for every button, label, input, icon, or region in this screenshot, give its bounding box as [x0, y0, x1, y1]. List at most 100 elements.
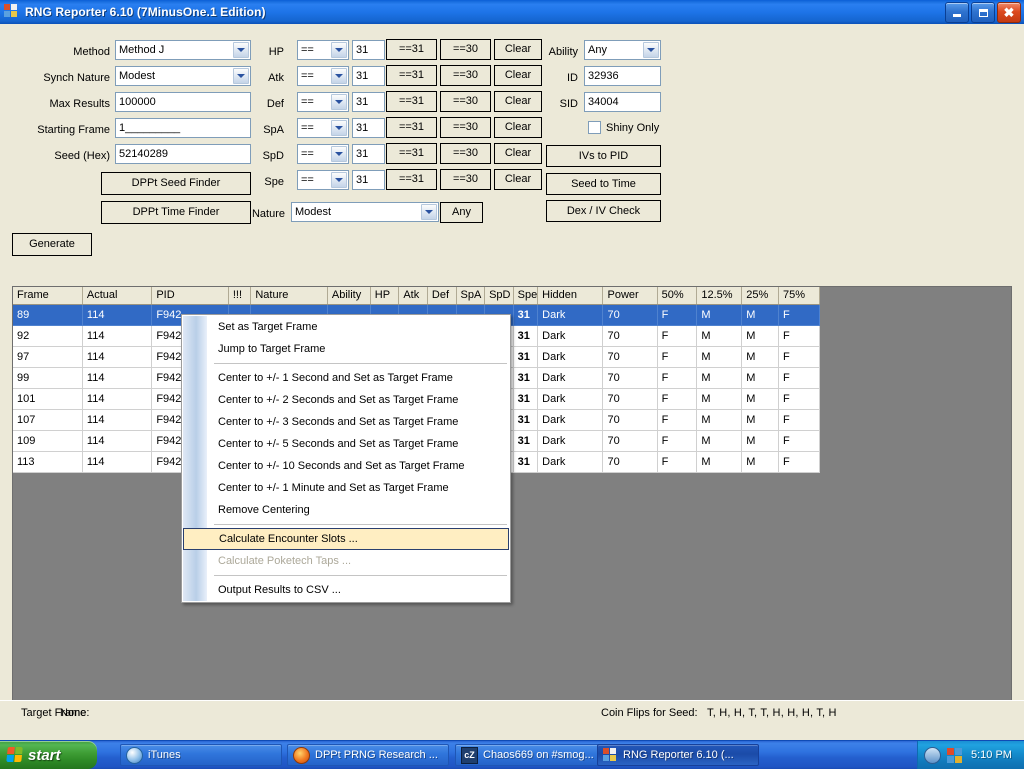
iv-op-spe[interactable]: ==: [297, 170, 349, 190]
cell-power[interactable]: 70: [602, 346, 658, 368]
column-header-spa[interactable]: SpA: [456, 287, 486, 305]
menu-item-center-to-3-seconds-and-set-as-target-frame[interactable]: Center to +/- 3 Seconds and Set as Targe…: [182, 411, 510, 433]
iv-value-hp[interactable]: 31: [352, 40, 385, 60]
cell-75[interactable]: F: [778, 451, 820, 473]
cell-actual[interactable]: 114: [82, 451, 153, 473]
cell-power[interactable]: 70: [602, 367, 658, 389]
cell-frame[interactable]: 109: [13, 430, 83, 452]
cell-hidden[interactable]: Dark: [537, 304, 604, 326]
cell-actual[interactable]: 114: [82, 304, 153, 326]
cell-25[interactable]: M: [741, 409, 780, 431]
cell-25[interactable]: M: [741, 325, 780, 347]
cell-frame[interactable]: 107: [13, 409, 83, 431]
cell-50[interactable]: F: [657, 325, 698, 347]
cell-75[interactable]: F: [778, 367, 820, 389]
iv-set30-hp[interactable]: ==30: [440, 39, 491, 60]
cell-75[interactable]: F: [778, 388, 820, 410]
iv-value-spe[interactable]: 31: [352, 170, 385, 190]
cell-spe[interactable]: 31: [513, 304, 539, 326]
dppt-time-finder-button[interactable]: DPPt Time Finder: [101, 201, 251, 224]
cell-hidden[interactable]: Dark: [537, 388, 604, 410]
taskbar-item-dppt-prng-research[interactable]: DPPt PRNG Research ...: [287, 744, 449, 766]
cell-power[interactable]: 70: [602, 388, 658, 410]
cell-12-5[interactable]: M: [696, 325, 743, 347]
menu-item-jump-to-target-frame[interactable]: Jump to Target Frame: [182, 338, 510, 360]
cell-50[interactable]: F: [657, 430, 698, 452]
generate-button[interactable]: Generate: [12, 233, 92, 256]
menu-item-set-as-target-frame[interactable]: Set as Target Frame: [182, 316, 510, 338]
shiny-only-checkbox[interactable]: Shiny Only: [588, 121, 659, 134]
cell-12-5[interactable]: M: [696, 304, 743, 326]
cell-power[interactable]: 70: [602, 304, 658, 326]
column-header-hidden[interactable]: Hidden: [537, 287, 604, 305]
column-header-hp[interactable]: HP: [370, 287, 400, 305]
cell-12-5[interactable]: M: [696, 367, 743, 389]
iv-set31-def[interactable]: ==31: [386, 91, 437, 112]
chevron-down-icon[interactable]: [331, 172, 347, 188]
iv-op-atk[interactable]: ==: [297, 66, 349, 86]
menu-item-output-results-to-csv[interactable]: Output Results to CSV ...: [182, 579, 510, 601]
cell-50[interactable]: F: [657, 346, 698, 368]
cell-hidden[interactable]: Dark: [537, 451, 604, 473]
cell-frame[interactable]: 99: [13, 367, 83, 389]
taskbar-item-rng-reporter-6-10[interactable]: RNG Reporter 6.10 (...: [597, 744, 759, 766]
cell-spe[interactable]: 31: [513, 367, 539, 389]
cell-actual[interactable]: 114: [82, 367, 153, 389]
iv-op-def[interactable]: ==: [297, 92, 349, 112]
iv-set31-hp[interactable]: ==31: [386, 39, 437, 60]
taskbar-item-chaos669-on-smog[interactable]: cZ Chaos669 on #smog...: [455, 744, 617, 766]
iv-set31-spd[interactable]: ==31: [386, 143, 437, 164]
minimize-button[interactable]: [945, 2, 969, 23]
cell-hidden[interactable]: Dark: [537, 325, 604, 347]
column-header-power[interactable]: Power: [602, 287, 658, 305]
maximize-button[interactable]: [971, 2, 995, 23]
max-results-input[interactable]: 100000: [115, 92, 251, 112]
cell-spe[interactable]: 31: [513, 388, 539, 410]
menu-item-center-to-1-second-and-set-as-target-frame[interactable]: Center to +/- 1 Second and Set as Target…: [182, 367, 510, 389]
chevron-down-icon[interactable]: [643, 42, 659, 58]
column-header-ability[interactable]: Ability: [327, 287, 371, 305]
checkbox-box[interactable]: [588, 121, 601, 134]
cell-25[interactable]: M: [741, 388, 780, 410]
iv-set30-spe[interactable]: ==30: [440, 169, 491, 190]
column-header-12-5[interactable]: 12.5%: [696, 287, 743, 305]
iv-set30-spa[interactable]: ==30: [440, 117, 491, 138]
cell-actual[interactable]: 114: [82, 430, 153, 452]
synch-nature-select[interactable]: Modest: [115, 66, 251, 86]
seed-hex-input[interactable]: 52140289: [115, 144, 251, 164]
chevron-down-icon[interactable]: [421, 204, 437, 220]
taskbar-clock[interactable]: 5:10 PM: [971, 749, 1012, 761]
column-header-frame[interactable]: Frame: [13, 287, 83, 305]
cell-spe[interactable]: 31: [513, 409, 539, 431]
cell-50[interactable]: F: [657, 451, 698, 473]
cell-power[interactable]: 70: [602, 325, 658, 347]
close-button[interactable]: ✖: [997, 2, 1021, 23]
column-header-actual[interactable]: Actual: [82, 287, 153, 305]
cell-25[interactable]: M: [741, 346, 780, 368]
menu-item-calculate-encounter-slots[interactable]: Calculate Encounter Slots ...: [183, 528, 509, 550]
cell-actual[interactable]: 114: [82, 388, 153, 410]
column-header-spe[interactable]: Spe: [513, 287, 539, 305]
iv-clear-spe[interactable]: Clear: [494, 169, 542, 190]
cell-actual[interactable]: 114: [82, 346, 153, 368]
iv-set31-spe[interactable]: ==31: [386, 169, 437, 190]
cell-frame[interactable]: 92: [13, 325, 83, 347]
chevron-down-icon[interactable]: [233, 42, 249, 58]
id-input[interactable]: 32936: [584, 66, 661, 86]
chevron-down-icon[interactable]: [331, 94, 347, 110]
iv-set30-def[interactable]: ==30: [440, 91, 491, 112]
menu-item-center-to-10-seconds-and-set-as-target-frame[interactable]: Center to +/- 10 Seconds and Set as Targ…: [182, 455, 510, 477]
cell-hidden[interactable]: Dark: [537, 346, 604, 368]
cell-frame[interactable]: 97: [13, 346, 83, 368]
cell-power[interactable]: 70: [602, 430, 658, 452]
cell-75[interactable]: F: [778, 304, 820, 326]
column-header-nature[interactable]: Nature: [250, 287, 328, 305]
starting-frame-input[interactable]: 1_________: [115, 118, 251, 138]
iv-op-hp[interactable]: ==: [297, 40, 349, 60]
ability-select[interactable]: Any: [584, 40, 661, 60]
cell-frame[interactable]: 89: [13, 304, 83, 326]
cell-frame[interactable]: 101: [13, 388, 83, 410]
column-header-atk[interactable]: Atk: [398, 287, 428, 305]
cell-power[interactable]: 70: [602, 409, 658, 431]
column-header-spd[interactable]: SpD: [484, 287, 514, 305]
